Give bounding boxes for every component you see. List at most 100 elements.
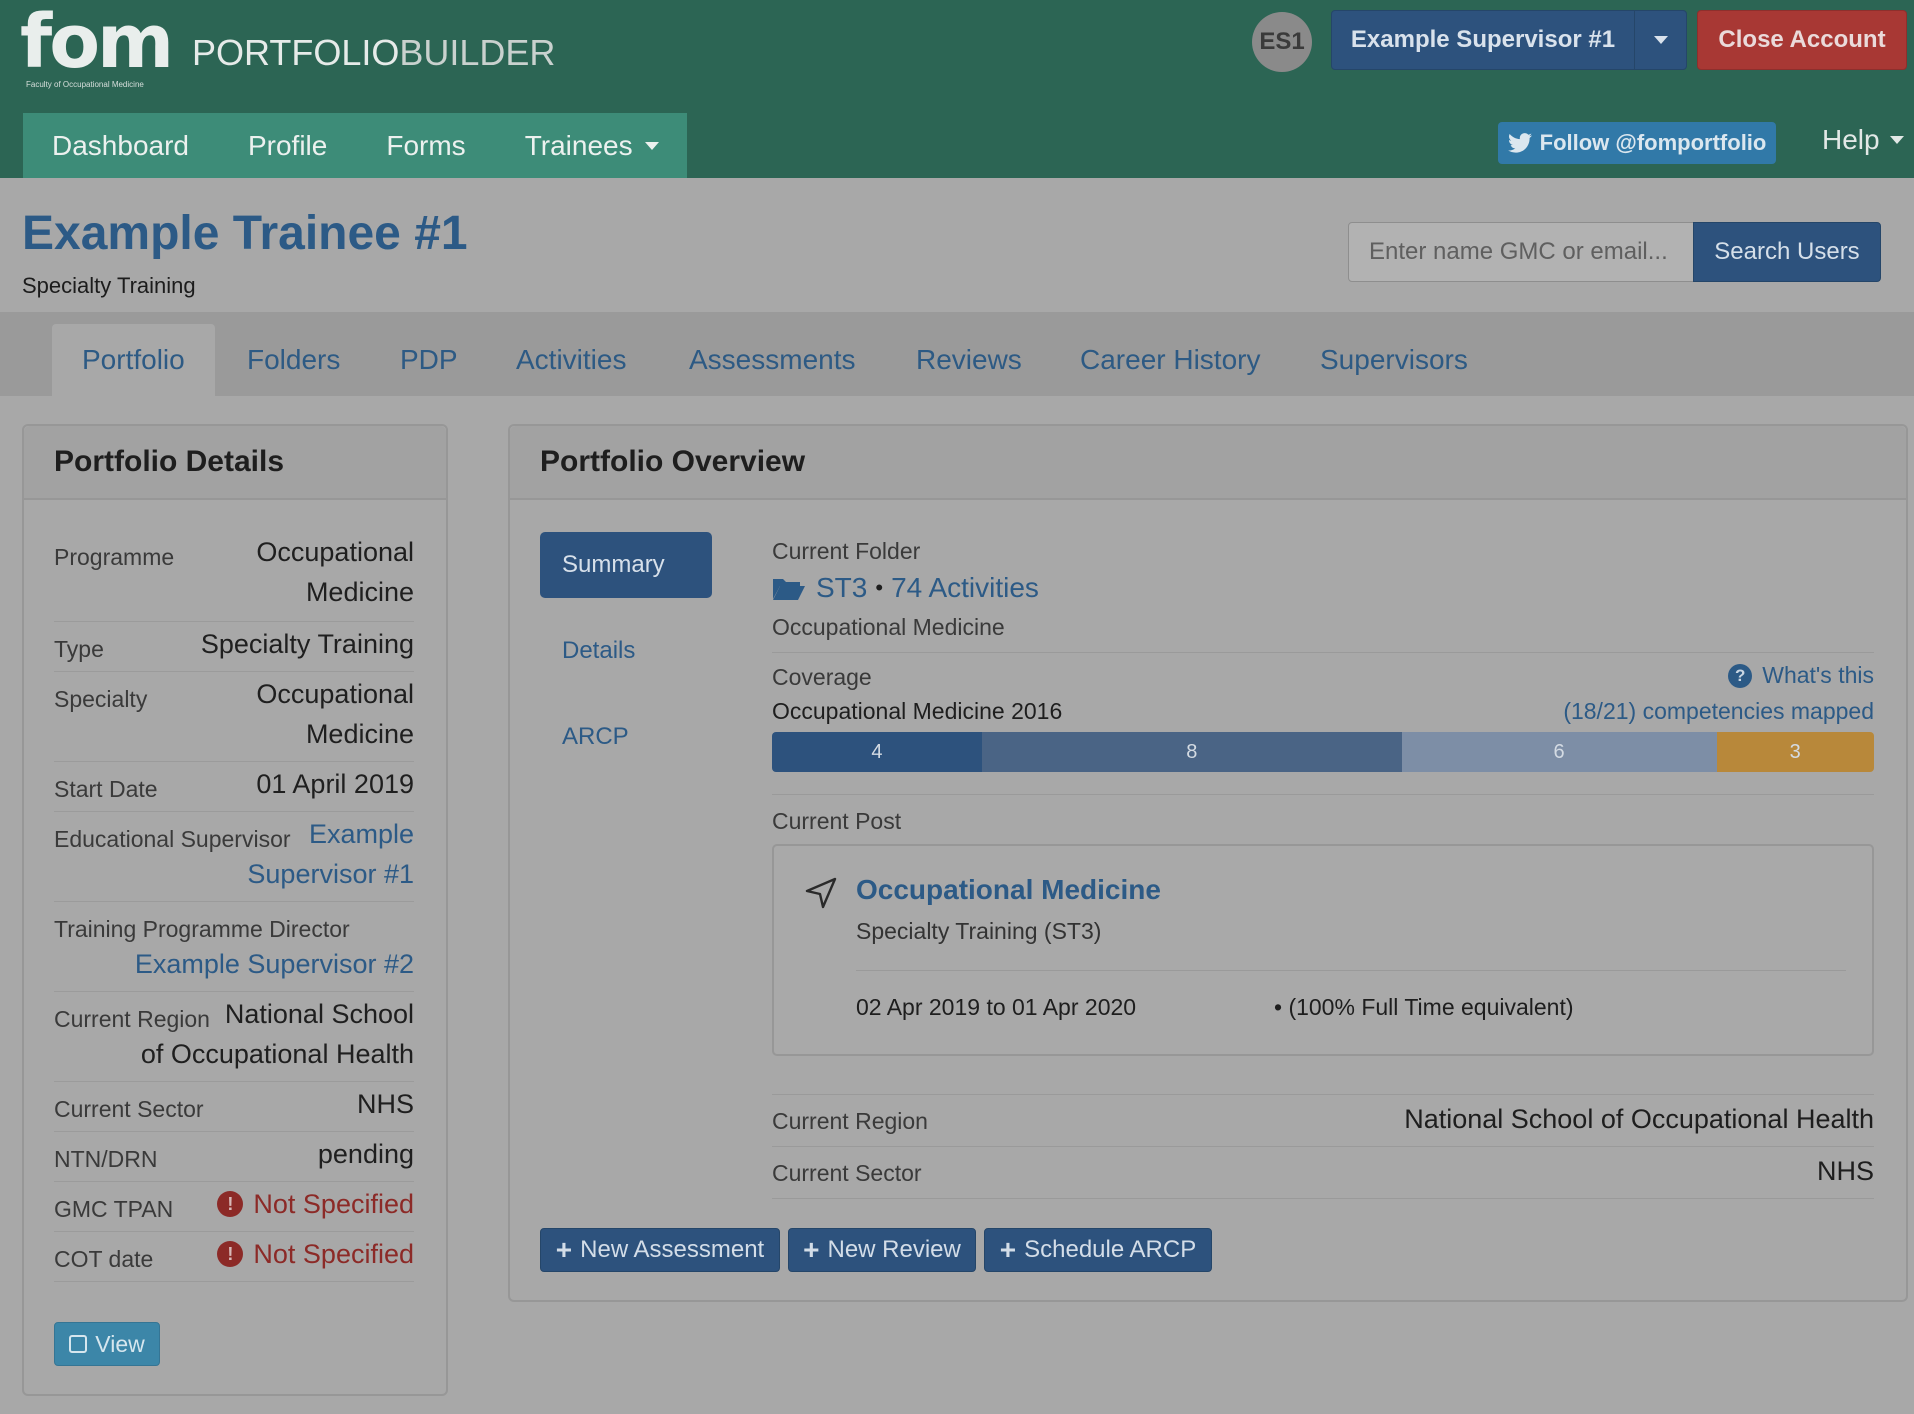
tab-activities[interactable]: Activities <box>516 324 626 396</box>
specialty-value-line2: Medicine <box>305 719 414 749</box>
new-assessment-button[interactable]: + New Assessment <box>540 1228 780 1272</box>
user-menu-toggle[interactable] <box>1634 11 1686 69</box>
portfolio-overview-title: Portfolio Overview <box>510 426 1906 500</box>
new-review-button[interactable]: + New Review <box>788 1228 976 1272</box>
specialty-value-line1: Occupational <box>256 679 414 709</box>
sector-label: Current Sector <box>772 1160 922 1186</box>
start-date-value: 01 April 2019 <box>256 769 414 799</box>
specialty-label: Specialty <box>54 686 148 712</box>
type-value: Specialty Training <box>200 629 414 659</box>
divider <box>772 652 1874 653</box>
educational-supervisor-link[interactable]: Example Supervisor #1 <box>247 814 414 894</box>
gmc-tpan-value: ! Not Specified <box>217 1184 414 1224</box>
logo-text: fom <box>20 0 174 85</box>
details-row-tpd: Training Programme Director Example Supe… <box>54 902 414 992</box>
folder-activities-link[interactable]: 74 Activities <box>891 572 1039 604</box>
trainee-name: Example Trainee #1 <box>22 207 468 260</box>
folder-st3-link[interactable]: ST3 <box>816 572 867 604</box>
nav-forms-label: Forms <box>386 129 466 161</box>
whats-this-link[interactable]: ? What's this <box>1728 662 1874 689</box>
chevron-down-icon <box>644 141 659 150</box>
user-menu-button[interactable]: Example Supervisor #1 <box>1331 10 1687 70</box>
folder-separator: • <box>875 575 884 600</box>
cot-date-label: COT date <box>54 1246 154 1272</box>
tab-pdp[interactable]: PDP <box>400 324 458 396</box>
tab-career-history[interactable]: Career History <box>1080 324 1260 396</box>
programme-value-line2: Medicine <box>305 577 414 607</box>
chevron-down-icon <box>1653 36 1668 44</box>
current-folder-line: ST3 • 74 Activities <box>772 572 1039 604</box>
nav-trainees[interactable]: Trainees <box>496 113 689 178</box>
tab-reviews[interactable]: Reviews <box>916 324 1022 396</box>
current-post-label: Current Post <box>772 808 902 834</box>
new-review-label: New Review <box>827 1236 961 1263</box>
divider <box>856 970 1846 971</box>
coverage-segment-2[interactable]: 8 <box>981 732 1402 772</box>
location-arrow-icon <box>805 877 837 909</box>
tab-supervisors[interactable]: Supervisors <box>1320 324 1468 396</box>
fom-logo[interactable]: fom Faculty of Occupational Medicine <box>20 0 174 92</box>
pill-summary[interactable]: Summary <box>540 532 712 598</box>
pill-arcp[interactable]: ARCP <box>540 704 712 770</box>
programme-value: Occupational Medicine <box>256 532 414 612</box>
schedule-arcp-button[interactable]: + Schedule ARCP <box>984 1228 1212 1272</box>
plus-icon: + <box>999 1234 1017 1265</box>
portfolio-details-panel: Portfolio Details Programme Occupational… <box>22 424 448 1396</box>
chevron-down-icon <box>1889 136 1904 144</box>
coverage-segment-3[interactable]: 6 <box>1401 732 1717 772</box>
view-label: View <box>95 1330 145 1357</box>
user-menu-label[interactable]: Example Supervisor #1 <box>1332 11 1634 69</box>
region-label: Current Region <box>772 1108 928 1134</box>
avatar[interactable]: ES1 <box>1252 12 1312 72</box>
ntn-label: NTN/DRN <box>54 1146 158 1172</box>
follow-twitter-button[interactable]: Follow @fomportfolio <box>1498 122 1776 164</box>
portfolio-details-title: Portfolio Details <box>24 426 446 500</box>
start-date-label: Start Date <box>54 776 158 802</box>
tab-folders[interactable]: Folders <box>247 324 340 396</box>
details-row-gmc-tpan: GMC TPAN ! Not Specified <box>54 1182 414 1232</box>
top-header: fom Faculty of Occupational Medicine POR… <box>0 0 1914 178</box>
tab-portfolio[interactable]: Portfolio <box>52 324 215 396</box>
tab-assessments[interactable]: Assessments <box>689 324 856 396</box>
divider <box>772 1094 1874 1095</box>
post-title-link[interactable]: Occupational Medicine <box>856 874 1161 906</box>
plus-icon: + <box>555 1234 573 1265</box>
help-label: Help <box>1822 124 1880 155</box>
coverage-segment-1[interactable]: 4 <box>772 732 982 772</box>
programme-label: Programme <box>54 544 175 570</box>
coverage-segment-4[interactable]: 3 <box>1716 732 1874 772</box>
question-circle-icon: ? <box>1728 663 1753 688</box>
search-users-button[interactable]: Search Users <box>1693 222 1881 282</box>
educational-supervisor-line2[interactable]: Supervisor #1 <box>247 854 414 894</box>
schedule-arcp-label: Schedule ARCP <box>1024 1236 1197 1263</box>
main-nav: Dashboard Profile Forms Trainees <box>23 113 687 178</box>
coverage-curriculum: Occupational Medicine 2016 <box>772 698 1063 724</box>
pill-details[interactable]: Details <box>540 618 712 684</box>
nav-forms[interactable]: Forms <box>357 113 495 178</box>
close-account-button[interactable]: Close Account <box>1697 10 1907 70</box>
logo-subtitle: Faculty of Occupational Medicine <box>26 80 144 89</box>
coverage-label: Coverage <box>772 664 872 690</box>
new-assessment-label: New Assessment <box>580 1236 765 1263</box>
help-menu[interactable]: Help <box>1822 124 1904 156</box>
details-row-start-date: Start Date 01 April 2019 <box>54 762 414 812</box>
nav-dashboard[interactable]: Dashboard <box>23 113 219 178</box>
specialty-value: Occupational Medicine <box>256 674 414 754</box>
exclamation-icon: ! <box>217 1191 244 1217</box>
post-subtitle: Specialty Training (ST3) <box>856 918 1102 944</box>
cot-date-value: ! Not Specified <box>217 1234 414 1274</box>
nav-profile[interactable]: Profile <box>219 113 357 178</box>
details-row-ntn: NTN/DRN pending <box>54 1132 414 1182</box>
twitter-icon <box>1507 133 1532 153</box>
tpd-label: Training Programme Director <box>54 916 350 942</box>
details-row-cot-date: COT date ! Not Specified <box>54 1232 414 1282</box>
view-button[interactable]: View <box>54 1322 160 1366</box>
divider <box>772 794 1874 795</box>
competencies-mapped-link[interactable]: (18/21) competencies mapped <box>1563 698 1874 725</box>
gmc-tpan-label: GMC TPAN <box>54 1196 174 1222</box>
search-input[interactable] <box>1348 222 1694 282</box>
educational-supervisor-line1[interactable]: Example <box>247 814 414 854</box>
details-row-current-region: Current Region National School of Occupat… <box>54 992 414 1082</box>
tpd-link[interactable]: Example Supervisor #2 <box>135 944 414 984</box>
current-sector-label: Current Sector <box>54 1096 204 1122</box>
